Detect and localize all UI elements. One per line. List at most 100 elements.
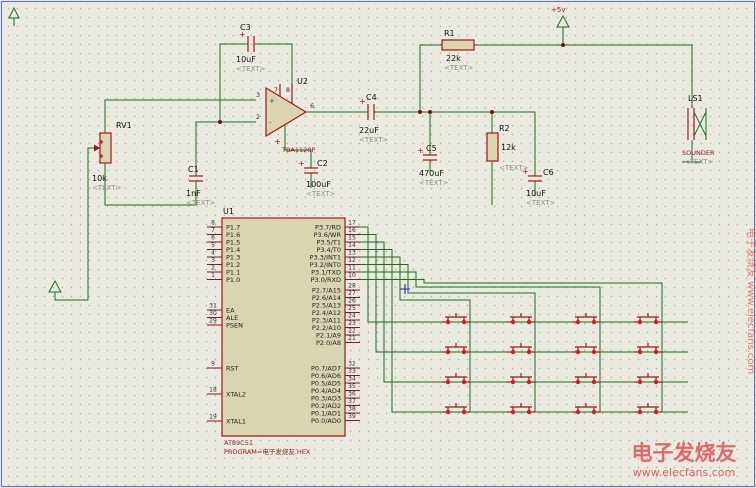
- keypad-button-r2c2[interactable]: [506, 342, 536, 355]
- capacitor-c2[interactable]: + C2 100uF <TEXT>: [298, 159, 336, 198]
- svg-text:21: 21: [348, 335, 356, 342]
- keypad-button-r2c3[interactable]: [571, 342, 601, 355]
- keypad-button-r3c4[interactable]: [633, 372, 663, 385]
- u2-pin6-number: 6: [310, 102, 314, 110]
- capacitor-c4[interactable]: + C4 22uF <TEXT>: [359, 93, 389, 144]
- svg-text:12: 12: [348, 257, 356, 264]
- keypad-button-r4c4[interactable]: [633, 402, 663, 415]
- svg-text:34: 34: [348, 376, 356, 383]
- power-arrow-icon: [556, 14, 570, 28]
- rv1-text-placeholder: <TEXT>: [92, 184, 122, 192]
- capacitor-c1[interactable]: C1 1nF <TEXT>: [186, 165, 216, 207]
- keypad-button-r4c2[interactable]: [506, 402, 536, 415]
- svg-text:25: 25: [348, 305, 356, 312]
- power-terminal-5v[interactable]: +5v: [551, 6, 570, 28]
- c4-ref-label: C4: [366, 93, 377, 102]
- keypad-button-r1c3[interactable]: [571, 312, 601, 325]
- resistor-r2[interactable]: R2 12k <TEXT>: [486, 124, 529, 172]
- schematic-wires[interactable]: [13, 18, 702, 413]
- svg-text:2: 2: [211, 265, 215, 272]
- c4-text-placeholder: <TEXT>: [359, 136, 389, 144]
- ls1-ref-label: LS1: [688, 94, 703, 103]
- c1-value-label: 1nF: [186, 189, 201, 198]
- svg-text:33: 33: [348, 368, 356, 375]
- u2-part-label: TBA1120P: [281, 146, 315, 154]
- keypad-button-r3c3[interactable]: [571, 372, 601, 385]
- keypad-button-r3c1[interactable]: [441, 372, 471, 385]
- r2-text-placeholder: <TEXT>: [499, 164, 529, 172]
- c2-polarity-icon: +: [298, 159, 305, 168]
- svg-text:8: 8: [211, 220, 215, 227]
- svg-text:31: 31: [209, 303, 217, 310]
- svg-text:XTAL1: XTAL1: [226, 418, 246, 426]
- svg-text:11: 11: [348, 265, 356, 272]
- c6-value-label: 10uF: [526, 189, 546, 198]
- svg-text:36: 36: [348, 391, 356, 398]
- ls1-part-label: SOUNDER: [682, 149, 715, 157]
- u2-pin2-number: 2: [256, 113, 260, 121]
- c5-ref-label: C5: [426, 144, 437, 153]
- c6-text-placeholder: <TEXT>: [526, 199, 556, 207]
- power-arrow-icon: [48, 279, 62, 293]
- watermark-bottom-right: 电子发烧友 www.elecfans.com: [632, 441, 737, 479]
- opamp-u2[interactable]: + - 3 2 6 7 8 + U2 TBA1120P: [256, 77, 316, 154]
- svg-text:XTAL2: XTAL2: [226, 391, 246, 399]
- svg-text:24: 24: [348, 313, 356, 320]
- u1-pins-p2[interactable]: 28 P2.7/A15 27 P2.6/A14 26 P2.5/A13 25 P…: [312, 283, 360, 348]
- c5-text-placeholder: <TEXT>: [419, 179, 449, 187]
- svg-text:23: 23: [348, 320, 356, 327]
- c5-polarity-icon: +: [417, 146, 424, 155]
- r2-ref-label: R2: [499, 124, 510, 133]
- svg-text:PSEN: PSEN: [226, 322, 243, 330]
- capacitor-c6[interactable]: + C6 10uF <TEXT>: [522, 167, 556, 207]
- capacitor-c5[interactable]: + C5 470uF <TEXT>: [417, 144, 449, 187]
- svg-text:P1.0: P1.0: [226, 276, 240, 284]
- c5-value-label: 470uF: [419, 169, 444, 178]
- svg-text:32: 32: [348, 361, 356, 368]
- keypad-button-r4c3[interactable]: [571, 402, 601, 415]
- c3-value-label: 10uF: [236, 55, 256, 64]
- svg-text:1: 1: [211, 272, 215, 279]
- resistor-r1[interactable]: R1 22k <TEXT>: [441, 29, 475, 72]
- c2-ref-label: C2: [317, 159, 328, 168]
- keypad-matrix: [441, 312, 663, 415]
- c6-ref-label: C6: [543, 168, 554, 177]
- u1-ref-label: U1: [223, 207, 234, 216]
- keypad-button-r2c1[interactable]: [441, 342, 471, 355]
- svg-text:9: 9: [211, 361, 215, 368]
- svg-text:16: 16: [348, 227, 356, 234]
- svg-text:28: 28: [348, 283, 356, 290]
- sounder-ls1[interactable]: LS1 SOUNDER <TEXT>: [682, 94, 715, 166]
- keypad-button-r4c1[interactable]: [441, 402, 471, 415]
- svg-text:38: 38: [348, 406, 356, 413]
- svg-text:3: 3: [211, 257, 215, 264]
- svg-text:4: 4: [211, 250, 215, 257]
- keypad-button-r2c4[interactable]: [633, 342, 663, 355]
- u1-pins-p3[interactable]: 17 P3.7/RD 16 P3.6/WR 15 P3.5/T1 14 P3.4…: [310, 220, 360, 285]
- potentiometer-rv1[interactable]: RV1 10k <TEXT>: [92, 121, 132, 192]
- power-arrow-icon: [8, 6, 20, 19]
- mcu-u1[interactable]: U1 8 P1.7 7 P1.6 6 P1.5 5 P1.4 4 P1.3 3 …: [207, 207, 360, 456]
- svg-text:18: 18: [209, 387, 217, 394]
- opamp-plus-sign: +: [269, 97, 275, 105]
- keypad-button-r1c2[interactable]: [506, 312, 536, 325]
- keypad-button-r1c4[interactable]: [633, 312, 663, 325]
- u1-part-label: AT89C51: [224, 439, 253, 447]
- c1-text-placeholder: <TEXT>: [186, 199, 216, 207]
- terminal-left[interactable]: [48, 279, 62, 293]
- keypad-button-r1c1[interactable]: [441, 312, 471, 325]
- svg-text:7: 7: [211, 227, 215, 234]
- svg-text:17: 17: [348, 220, 356, 227]
- svg-text:19: 19: [209, 414, 217, 421]
- ls1-text-placeholder: <TEXT>: [684, 158, 714, 166]
- schematic-canvas[interactable]: +5v RV1 10k <TEXT> C1 1nF <TEXT> + C2 10…: [0, 0, 756, 488]
- u1-pins-p0[interactable]: 32 P0.7/AD7 33 P0.6/AD6 34 P0.5/AD5 35 P…: [311, 361, 360, 426]
- capacitor-c3[interactable]: + C3 10uF <TEXT>: [236, 23, 266, 73]
- u2-power-plus-icon: +: [274, 137, 281, 146]
- svg-text:6: 6: [211, 235, 215, 242]
- terminal-top-left[interactable]: [8, 6, 20, 19]
- r1-ref-label: R1: [444, 29, 455, 38]
- watermark-url: www.elecfans.com: [633, 466, 735, 479]
- c2-value-label: 100uF: [306, 180, 331, 189]
- keypad-button-r3c2[interactable]: [506, 372, 536, 385]
